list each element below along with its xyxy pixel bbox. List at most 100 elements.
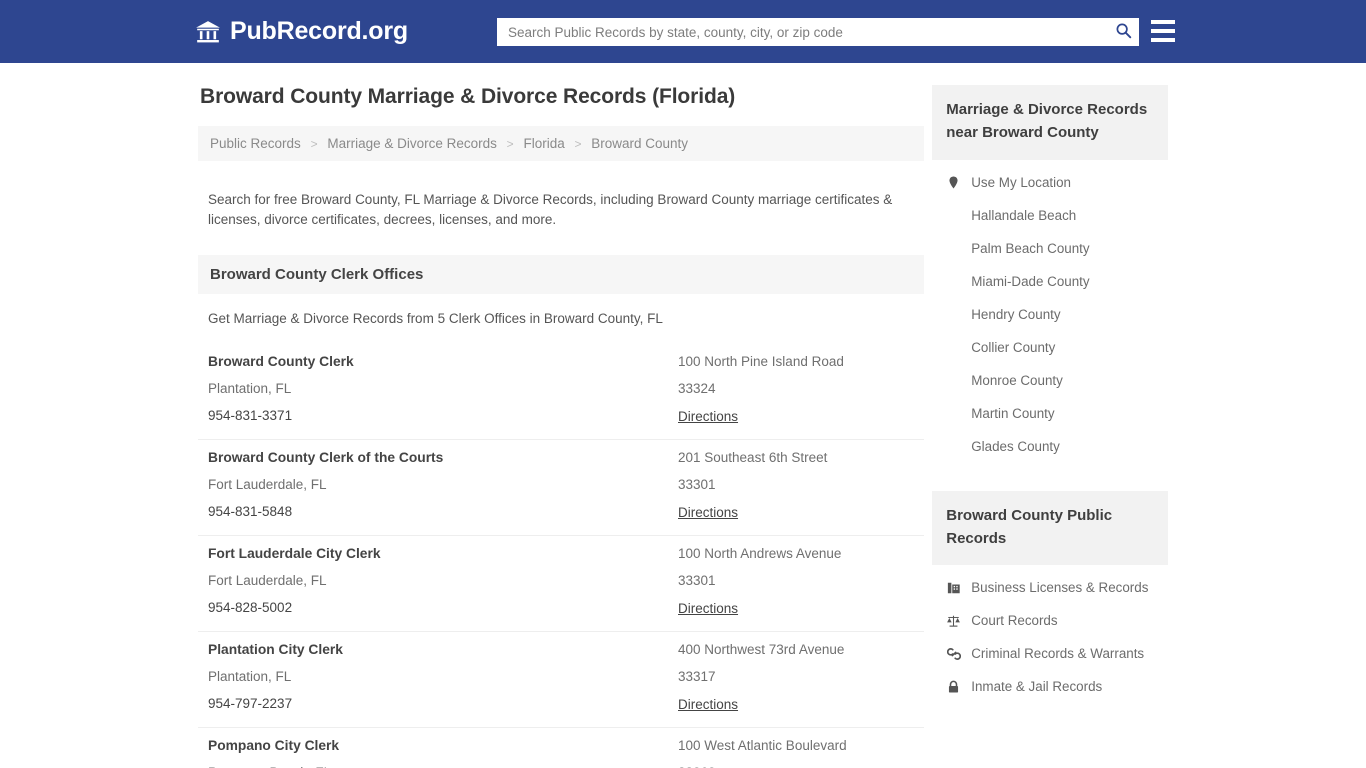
- bank-icon: [195, 20, 221, 44]
- sidebar-item-label: Inmate & Jail Records: [971, 679, 1103, 694]
- sidebar-item-label: Hendry County: [971, 306, 1061, 322]
- office-city: Fort Lauderdale, FL: [208, 477, 327, 493]
- sidebar-item-martin-county[interactable]: Martin County: [932, 397, 1168, 430]
- sidebar-item-label: Collier County: [971, 339, 1056, 355]
- sidebar-item-label: Monroe County: [971, 372, 1063, 388]
- sidebar-item-label: Palm Beach County: [971, 240, 1090, 256]
- office-row: Fort Lauderdale City Clerk Fort Lauderdal…: [198, 536, 925, 633]
- office-phone[interactable]: 954-797-2237: [208, 696, 678, 711]
- breadcrumb-separator: >: [574, 137, 582, 151]
- office-zip: 33324: [678, 381, 716, 397]
- scales-icon: [946, 613, 961, 628]
- office-name: Pompano City Clerk: [208, 738, 340, 754]
- office-phone[interactable]: 954-828-5002: [208, 600, 678, 615]
- sidebar-item-label: Martin County: [971, 405, 1055, 421]
- sidebar-item-label: Hallandale Beach: [971, 207, 1077, 223]
- office-address: 100 North Pine Island Road: [678, 354, 844, 370]
- sidebar-item-label: Miami-Dade County: [971, 273, 1090, 289]
- sidebar-nearby-list: Use My Location Hallandale Beach Palm Beac…: [932, 160, 1168, 463]
- sidebar-item-court-records[interactable]: Court Records: [932, 604, 1168, 637]
- breadcrumb-item-1[interactable]: Marriage & Divorce Records: [327, 136, 497, 151]
- sidebar-item-use-my-location[interactable]: Use My Location: [932, 166, 1168, 199]
- search-icon: [1115, 22, 1132, 42]
- directions-link[interactable]: Directions: [678, 409, 738, 424]
- breadcrumb-item-0[interactable]: Public Records: [210, 136, 301, 151]
- office-info: Broward County Clerk of the Courts Fort L…: [208, 450, 678, 522]
- search-bar: [497, 18, 1139, 46]
- office-name: Broward County Clerk of the Courts: [208, 450, 444, 466]
- sidebar-item-hallandale-beach[interactable]: Hallandale Beach: [932, 199, 1168, 232]
- breadcrumb-separator: >: [506, 137, 514, 151]
- sidebar-item-label: Court Records: [971, 613, 1058, 628]
- sidebar-item-miami-dade-county[interactable]: Miami-Dade County: [932, 265, 1168, 298]
- office-row: Broward County Clerk Plantation, FL 954-83…: [198, 344, 925, 441]
- building-icon: [946, 580, 961, 595]
- office-row: Plantation City Clerk Plantation, FL 954-7…: [198, 632, 925, 729]
- office-zip: 33317: [678, 669, 716, 685]
- section-subtitle: Get Marriage & Divorce Records from 5 Cl…: [208, 311, 663, 327]
- sidebar-item-business-licenses-records[interactable]: Business Licenses & Records: [932, 571, 1168, 604]
- search-button[interactable]: [1108, 19, 1138, 45]
- lock-icon: [946, 679, 961, 694]
- page-title: Broward County Marriage & Divorce Record…: [200, 85, 736, 108]
- office-info: Pompano City ClerkPompano Beach, FL954-7…: [208, 738, 678, 768]
- sidebar-item-glades-county[interactable]: Glades County: [932, 430, 1168, 463]
- section-title: Broward County Clerk Offices: [198, 255, 925, 295]
- site-header: PubRecord.org: [0, 0, 1366, 63]
- sidebar-item-label: Business Licenses & Records: [971, 580, 1149, 595]
- office-name: Fort Lauderdale City Clerk: [208, 546, 381, 562]
- office-phone[interactable]: 954-831-3371: [208, 408, 678, 423]
- office-info: Plantation City Clerk Plantation, FL 954-7…: [208, 642, 678, 714]
- clerk-office-list: Broward County Clerk Plantation, FL 954-83…: [198, 344, 925, 768]
- intro-text: Search for free Broward County, FL Marri…: [208, 191, 893, 228]
- sidebar-item-collier-county[interactable]: Collier County: [932, 331, 1168, 364]
- office-address: 400 Northwest 73rd Avenue: [678, 642, 845, 658]
- office-location: 201 Southeast 6th Street 33301 Directions: [678, 450, 914, 522]
- office-info: Broward County Clerk Plantation, FL 954-83…: [208, 354, 678, 426]
- sidebar-item-monroe-county[interactable]: Monroe County: [932, 364, 1168, 397]
- site-logo[interactable]: PubRecord.org: [195, 17, 408, 46]
- office-city: Fort Lauderdale, FL: [208, 573, 327, 589]
- page-body: Broward County Marriage & Divorce Record…: [0, 63, 1366, 768]
- breadcrumb-item-2[interactable]: Florida: [523, 136, 564, 151]
- directions-link[interactable]: Directions: [678, 697, 738, 712]
- office-row: Pompano City ClerkPompano Beach, FL954-7…: [198, 728, 924, 768]
- map-pin-icon: [946, 175, 961, 190]
- office-city: Plantation, FL: [208, 381, 292, 397]
- hamburger-menu-icon[interactable]: [1151, 20, 1175, 42]
- sidebar: Marriage & Divorce Records near Broward …: [932, 85, 1168, 768]
- handcuffs-icon: [946, 646, 961, 661]
- office-location: 100 West Atlantic Boulevard33060Directio…: [678, 738, 914, 768]
- brand-name: PubRecord.org: [230, 17, 408, 45]
- sidebar-item-inmate-jail-records[interactable]: Inmate & Jail Records: [932, 670, 1168, 703]
- office-location: 100 North Pine Island Road 33324 Direction…: [678, 354, 914, 426]
- office-zip: 33301: [678, 477, 716, 493]
- breadcrumb: Public Records > Marriage & Divorce Reco…: [198, 126, 925, 161]
- sidebar-nearby-title: Marriage & Divorce Records near Broward …: [932, 85, 1168, 160]
- sidebar-records-title: Broward County Public Records: [932, 490, 1168, 565]
- main-content: Broward County Marriage & Divorce Record…: [198, 85, 925, 768]
- office-location: 100 North Andrews Avenue 33301 Directions: [678, 546, 914, 618]
- office-address: 201 Southeast 6th Street: [678, 450, 828, 466]
- sidebar-item-label: Use My Location: [971, 174, 1071, 190]
- office-phone[interactable]: 954-831-5848: [208, 504, 678, 519]
- office-address: 100 West Atlantic Boulevard: [678, 738, 847, 754]
- office-city: Plantation, FL: [208, 669, 292, 685]
- office-location: 400 Northwest 73rd Avenue 33317 Directions: [678, 642, 914, 714]
- office-name: Plantation City Clerk: [208, 642, 343, 658]
- office-info: Fort Lauderdale City Clerk Fort Lauderdal…: [208, 546, 678, 618]
- sidebar-item-palm-beach-county[interactable]: Palm Beach County: [932, 232, 1168, 265]
- breadcrumb-item-3[interactable]: Broward County: [591, 136, 688, 151]
- office-address: 100 North Andrews Avenue: [678, 546, 842, 562]
- breadcrumb-separator: >: [310, 137, 318, 151]
- sidebar-records-list: Business Licenses & Records Court Records…: [932, 565, 1168, 703]
- search-input[interactable]: [498, 19, 1108, 45]
- sidebar-item-hendry-county[interactable]: Hendry County: [932, 298, 1168, 331]
- sidebar-item-label: Glades County: [971, 438, 1060, 454]
- directions-link[interactable]: Directions: [678, 601, 738, 616]
- office-row: Broward County Clerk of the Courts Fort L…: [198, 440, 925, 537]
- sidebar-item-label: Criminal Records & Warrants: [971, 646, 1145, 661]
- directions-link[interactable]: Directions: [678, 505, 738, 520]
- office-name: Broward County Clerk: [208, 354, 354, 370]
- sidebar-item-criminal-records-warrants[interactable]: Criminal Records & Warrants: [932, 637, 1168, 670]
